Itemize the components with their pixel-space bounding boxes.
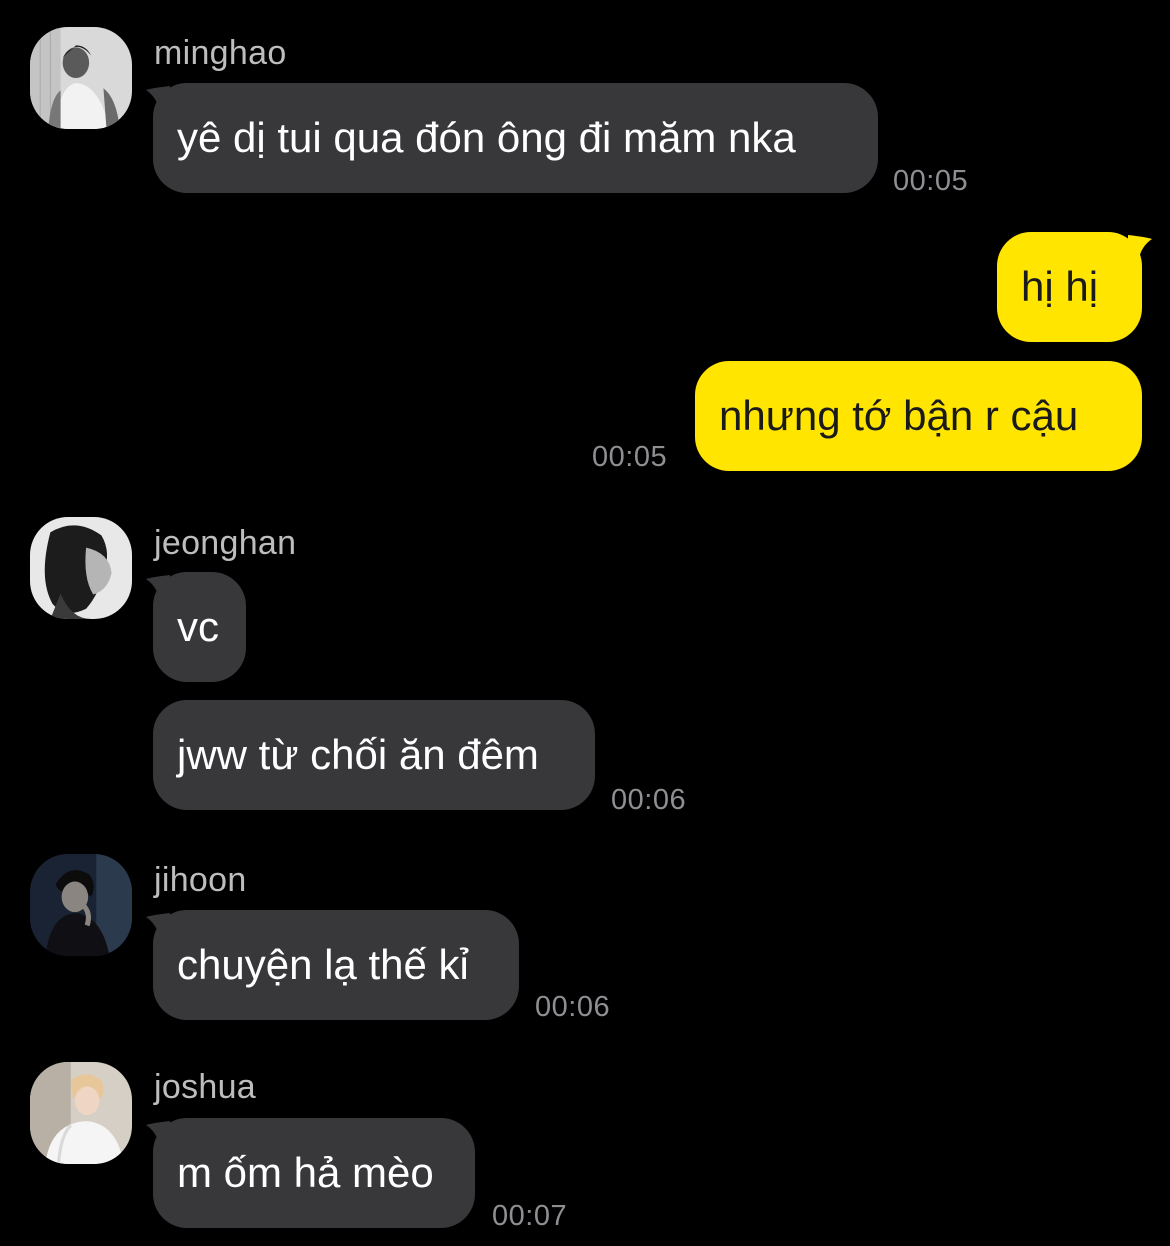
message-text: nhưng tớ bận r cậu [719, 392, 1079, 439]
sender-name: jeonghan [154, 524, 297, 562]
avatar-photo-jeonghan [30, 517, 132, 619]
avatar-photo-jihoon [30, 854, 132, 956]
message-bubble[interactable]: hị hị [997, 232, 1142, 342]
sender-name: minghao [154, 34, 287, 72]
message-bubble[interactable]: nhưng tớ bận r cậu [695, 361, 1142, 471]
sender-name: jihoon [154, 861, 247, 899]
message-time: 00:06 [611, 784, 687, 816]
chat-window: minghao yê dị tui qua đón ông đi măm nka… [0, 0, 1170, 1246]
message-bubble[interactable]: vc [153, 572, 246, 682]
message-bubble[interactable]: yê dị tui qua đón ông đi măm nka [153, 83, 878, 193]
avatar-minghao[interactable] [30, 27, 132, 129]
message-time: 00:05 [893, 165, 969, 197]
message-text: m ốm hả mèo [177, 1149, 434, 1196]
message-text: yê dị tui qua đón ông đi măm nka [177, 114, 796, 161]
message-text: jww từ chối ăn đêm [177, 731, 539, 778]
avatar-joshua[interactable] [30, 1062, 132, 1164]
avatar-jihoon[interactable] [30, 854, 132, 956]
message-text: vc [177, 603, 219, 650]
message-bubble[interactable]: chuyện lạ thế kỉ [153, 910, 519, 1020]
avatar-photo-minghao [30, 27, 132, 129]
message-bubble[interactable]: jww từ chối ăn đêm [153, 700, 595, 810]
avatar-photo-joshua [30, 1062, 132, 1164]
message-time: 00:07 [492, 1200, 568, 1232]
avatar-jeonghan[interactable] [30, 517, 132, 619]
message-bubble[interactable]: m ốm hả mèo [153, 1118, 475, 1228]
bubble-tail [1128, 235, 1152, 263]
message-text: chuyện lạ thế kỉ [177, 941, 469, 988]
sender-name: joshua [154, 1068, 256, 1106]
message-time: 00:06 [535, 991, 611, 1023]
message-text: hị hị [1021, 263, 1099, 310]
message-time: 00:05 [592, 441, 668, 473]
